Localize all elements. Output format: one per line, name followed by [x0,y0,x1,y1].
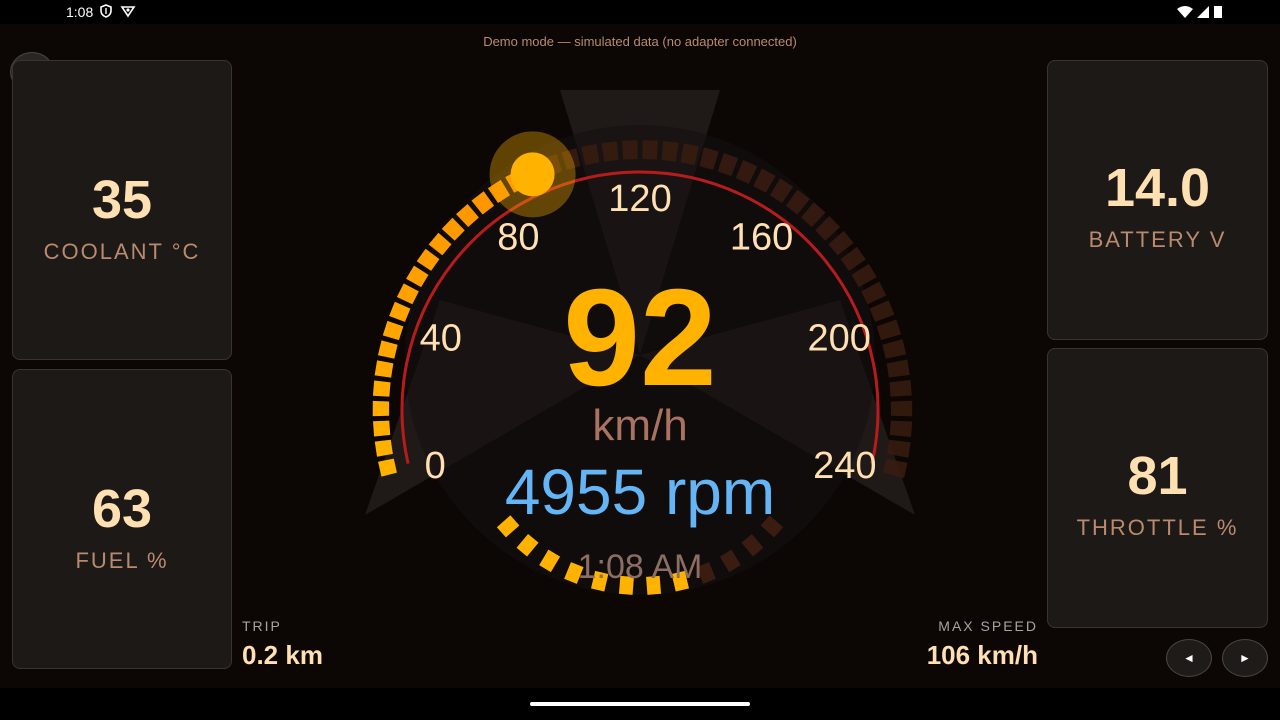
speed-segment [389,301,411,322]
tick-label: 240 [813,445,876,487]
speed-segment [601,141,619,162]
status-time: 1:08 [66,4,94,20]
fuel-label: FUEL % [75,548,169,573]
next-page-button[interactable]: ► [1222,639,1268,677]
status-bar: 1:08 [0,0,1280,24]
battery-value: 14.0 [1104,158,1211,218]
coolant-card[interactable]: 35 COOLANT °C [12,60,232,360]
tick-label: 120 [608,178,671,220]
rpm-segment [539,549,561,573]
clock: 1:08 AM [578,548,703,586]
tick-label: 160 [730,216,793,258]
speed-segment [374,360,394,378]
signal-icon [1196,5,1210,22]
max-speed-label: MAX SPEED [938,618,1038,634]
battery-icon [1213,5,1223,22]
max-speed-stat: MAX SPEED 106 km/h [927,618,1038,671]
tick-label: 0 [425,445,446,487]
coolant-value: 35 [91,170,153,230]
tick-label: 80 [497,216,539,258]
speed-segment [372,420,391,437]
trip-label: TRIP [242,618,282,634]
prev-page-button[interactable]: ◄ [1166,639,1212,677]
speed-segment [372,380,391,397]
wifi-icon [1176,5,1194,22]
battery-card[interactable]: 14.0 BATTERY V [1047,60,1268,340]
speed-segment [642,140,659,160]
speedometer-gauge: 0 40 80 120 160 200 240 92 km/h 4955 rpm 1:08 … [365,90,915,595]
vpn-icon [120,3,136,22]
speed-segment [889,380,912,397]
battery-label: BATTERY V [1088,227,1227,252]
arrow-right-icon: ► [1239,651,1251,665]
tick-label: 40 [420,317,462,359]
speed-segment [876,319,902,341]
home-handle[interactable] [530,702,750,706]
shield-icon [98,3,114,22]
speed-value: 92 [563,261,717,415]
throttle-card[interactable]: 81 THROTTLE % [1047,348,1268,628]
throttle-value: 81 [1127,446,1188,506]
rpm-value: 4955 rpm [505,456,775,528]
speed-segment [374,439,393,457]
navigation-bar [0,688,1280,720]
fuel-value: 63 [91,479,153,539]
speed-segment [382,320,404,341]
speed-segment [622,140,638,160]
speed-segment [377,340,398,359]
speed-segment [889,420,913,438]
tick-label: 200 [808,317,871,359]
coolant-label: COOLANT °C [43,239,201,264]
trip-value: 0.2 km [242,640,323,670]
arrow-left-icon: ◄ [1183,651,1195,665]
speed-segment [869,300,895,322]
trip-stat: TRIP 0.2 km [242,618,323,671]
speed-segment [661,140,679,162]
speed-segment [372,400,390,417]
rpm-segment [516,533,539,557]
speed-segment [886,359,910,378]
fuel-card[interactable]: 63 FUEL % [12,369,232,669]
rpm-segment [719,549,741,573]
rpm-segment [741,533,764,557]
dashboard: Demo mode — simulated data (no adapter c… [0,24,1280,688]
speed-segment [882,339,907,359]
needle-knob [510,152,555,197]
speed-unit: km/h [592,401,687,450]
max-speed-value: 106 km/h [926,640,1038,670]
throttle-label: THROTTLE % [1076,515,1239,540]
speed-segment [890,400,913,417]
